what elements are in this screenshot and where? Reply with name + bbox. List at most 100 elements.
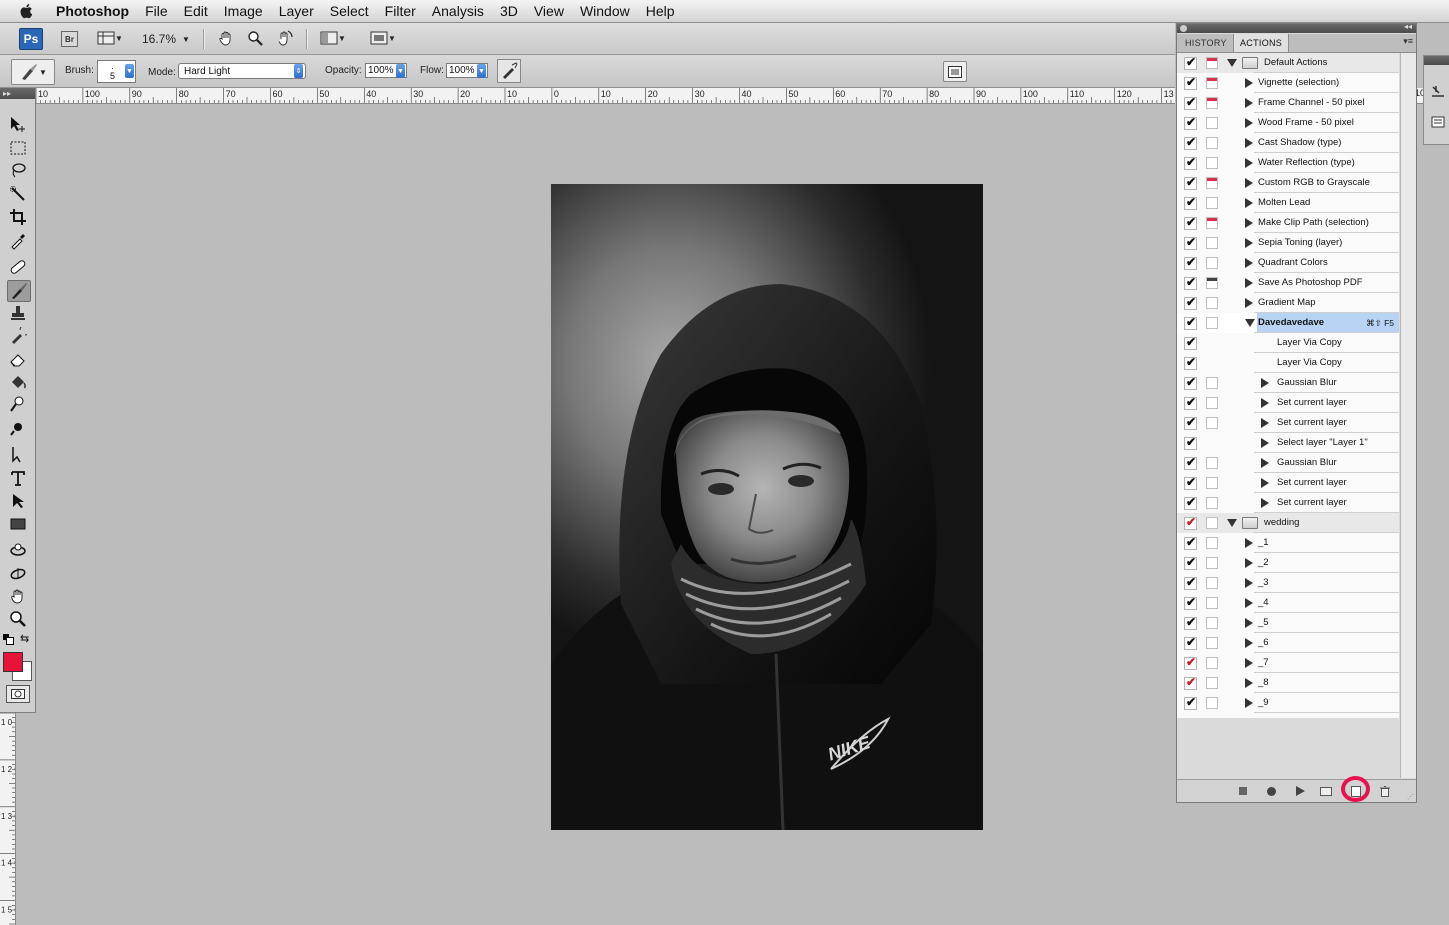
zoom-tool-button[interactable] bbox=[245, 28, 265, 48]
toggle-item-checkbox[interactable]: ✔ bbox=[1184, 55, 1197, 70]
toggle-item-checkbox[interactable]: ✔ bbox=[1184, 515, 1197, 530]
toggle-dialog-checkbox[interactable] bbox=[1206, 137, 1218, 149]
action-row[interactable]: ✔ _8 bbox=[1177, 673, 1399, 693]
toggle-dialog-checkbox[interactable] bbox=[1206, 57, 1218, 69]
menu-layer[interactable]: Layer bbox=[271, 3, 322, 19]
dock-panel-button-2[interactable] bbox=[1430, 114, 1446, 133]
toggle-dialog-checkbox[interactable] bbox=[1206, 257, 1218, 269]
hand-tool-button[interactable] bbox=[216, 28, 236, 48]
type-tool[interactable] bbox=[7, 468, 29, 488]
quick-mask-button[interactable] bbox=[6, 685, 30, 703]
dodge-tool[interactable] bbox=[7, 418, 29, 438]
action-row[interactable]: ✔ Sepia Toning (layer) bbox=[1177, 233, 1399, 253]
toggle-dialog-checkbox[interactable] bbox=[1206, 557, 1218, 569]
toggle-item-checkbox[interactable]: ✔ bbox=[1184, 375, 1197, 390]
stop-button[interactable] bbox=[1237, 785, 1249, 797]
toggle-dialog-checkbox[interactable] bbox=[1206, 477, 1218, 489]
airbrush-toggle[interactable] bbox=[497, 59, 521, 83]
disclosure-open-icon[interactable] bbox=[1227, 519, 1237, 527]
toggle-dialog-checkbox[interactable] bbox=[1206, 657, 1218, 669]
move-tool[interactable] bbox=[7, 114, 29, 134]
toggle-dialog-checkbox[interactable] bbox=[1206, 237, 1218, 249]
horizontal-ruler[interactable]: 10 100 90 80 70 60 50 40 30 20 10 0 10 20 30 40 50 60 70 80… bbox=[36, 88, 1175, 104]
action-row[interactable]: ✔ Water Reflection (type) bbox=[1177, 153, 1399, 173]
panel-header-bar[interactable]: ◂◂ bbox=[1177, 22, 1416, 33]
action-row[interactable]: ✔ _5 bbox=[1177, 613, 1399, 633]
disclosure-closed-icon[interactable] bbox=[1245, 278, 1253, 288]
disclosure-closed-icon[interactable] bbox=[1245, 218, 1253, 228]
document-canvas[interactable]: NIKE bbox=[551, 184, 983, 830]
toggle-dialog-checkbox[interactable] bbox=[1206, 497, 1218, 509]
action-row[interactable]: ✔ Gradient Map bbox=[1177, 293, 1399, 313]
toggle-dialog-checkbox[interactable] bbox=[1206, 377, 1218, 389]
disclosure-closed-icon[interactable] bbox=[1261, 498, 1269, 508]
disclosure-closed-icon[interactable] bbox=[1245, 118, 1253, 128]
toggle-dialog-checkbox[interactable] bbox=[1206, 677, 1218, 689]
action-row[interactable]: ✔ Cast Shadow (type) bbox=[1177, 133, 1399, 153]
action-row[interactable]: ✔ Custom RGB to Grayscale bbox=[1177, 173, 1399, 193]
disclosure-closed-icon[interactable] bbox=[1261, 418, 1269, 428]
disclosure-closed-icon[interactable] bbox=[1245, 638, 1253, 648]
toggle-dialog-checkbox[interactable] bbox=[1206, 537, 1218, 549]
action-row[interactable]: ✔ _2 bbox=[1177, 553, 1399, 573]
action-row[interactable]: ✔ _6 bbox=[1177, 633, 1399, 653]
toggle-item-checkbox[interactable]: ✔ bbox=[1184, 595, 1197, 610]
eraser-tool[interactable] bbox=[7, 349, 29, 369]
action-step-row[interactable]: ✔ Layer Via Copy bbox=[1177, 353, 1399, 373]
toggle-item-checkbox[interactable]: ✔ bbox=[1184, 295, 1197, 310]
action-row[interactable]: ✔ _1 bbox=[1177, 533, 1399, 553]
brush-picker[interactable]: · 5 ▼ bbox=[97, 60, 136, 83]
toggle-item-checkbox[interactable]: ✔ bbox=[1184, 415, 1197, 430]
screen-mode-button[interactable]: ▼ bbox=[366, 28, 400, 48]
quick-selection-tool[interactable] bbox=[7, 184, 29, 204]
toggle-item-checkbox[interactable]: ✔ bbox=[1184, 455, 1197, 470]
toggle-dialog-checkbox[interactable] bbox=[1206, 177, 1218, 189]
toggle-dialog-checkbox[interactable] bbox=[1206, 517, 1218, 529]
toggle-dialog-checkbox[interactable] bbox=[1206, 697, 1218, 709]
menu-help[interactable]: Help bbox=[638, 3, 683, 19]
new-set-button[interactable] bbox=[1320, 785, 1332, 797]
toggle-dialog-checkbox[interactable] bbox=[1206, 197, 1218, 209]
disclosure-open-icon[interactable] bbox=[1227, 59, 1237, 67]
apple-icon[interactable] bbox=[18, 2, 36, 20]
action-row[interactable]: ✔ _4 bbox=[1177, 593, 1399, 613]
dock-header[interactable] bbox=[1424, 56, 1449, 65]
action-step-row[interactable]: ✔ Set current layer bbox=[1177, 393, 1399, 413]
menu-window[interactable]: Window bbox=[572, 3, 638, 19]
menu-file[interactable]: File bbox=[137, 3, 176, 19]
action-step-row[interactable]: ✔ Layer Via Copy bbox=[1177, 333, 1399, 353]
toggle-item-checkbox[interactable]: ✔ bbox=[1184, 215, 1197, 230]
toggle-item-checkbox[interactable]: ✔ bbox=[1184, 195, 1197, 210]
actions-scrollbar[interactable] bbox=[1400, 53, 1416, 778]
action-step-row[interactable]: ✔ Set current layer bbox=[1177, 473, 1399, 493]
brush-tool[interactable] bbox=[7, 280, 31, 302]
disclosure-closed-icon[interactable] bbox=[1245, 158, 1253, 168]
disclosure-open-icon[interactable] bbox=[1245, 319, 1255, 327]
brush-panel-toggle[interactable] bbox=[943, 61, 967, 82]
crop-tool[interactable] bbox=[7, 207, 29, 227]
toggle-dialog-checkbox[interactable] bbox=[1206, 97, 1218, 109]
action-row[interactable]: ✔ Frame Channel - 50 pixel bbox=[1177, 93, 1399, 113]
lasso-tool[interactable] bbox=[7, 160, 29, 180]
toggle-dialog-checkbox[interactable] bbox=[1206, 157, 1218, 169]
toggle-item-checkbox[interactable]: ✔ bbox=[1184, 435, 1197, 450]
toggle-item-checkbox[interactable]: ✔ bbox=[1184, 75, 1197, 90]
zoom-tool[interactable] bbox=[7, 609, 29, 629]
action-step-row[interactable]: ✔ Gaussian Blur bbox=[1177, 453, 1399, 473]
disclosure-closed-icon[interactable] bbox=[1245, 198, 1253, 208]
foreground-color-swatch[interactable] bbox=[3, 652, 23, 672]
toggle-item-checkbox[interactable]: ✔ bbox=[1184, 235, 1197, 250]
disclosure-closed-icon[interactable] bbox=[1245, 598, 1253, 608]
toggle-item-checkbox[interactable]: ✔ bbox=[1184, 615, 1197, 630]
paint-bucket-tool[interactable] bbox=[7, 372, 29, 392]
disclosure-closed-icon[interactable] bbox=[1261, 478, 1269, 488]
path-selection-tool[interactable] bbox=[7, 444, 29, 464]
toggle-item-checkbox[interactable]: ✔ bbox=[1184, 115, 1197, 130]
toggle-item-checkbox[interactable]: ✔ bbox=[1184, 495, 1197, 510]
menu-image[interactable]: Image bbox=[216, 3, 271, 19]
toggle-dialog-checkbox[interactable] bbox=[1206, 77, 1218, 89]
disclosure-closed-icon[interactable] bbox=[1245, 578, 1253, 588]
disclosure-closed-icon[interactable] bbox=[1245, 298, 1253, 308]
toggle-item-checkbox[interactable]: ✔ bbox=[1184, 315, 1197, 330]
healing-brush-tool[interactable] bbox=[7, 257, 29, 277]
